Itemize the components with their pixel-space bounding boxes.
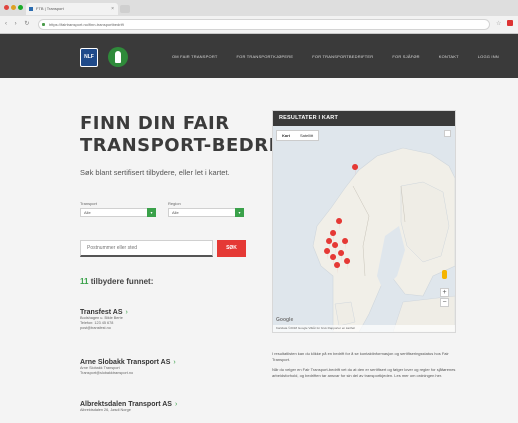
map-caption: I resultatlisten kan du klikke på en bed… xyxy=(272,351,456,383)
tab-bar: FTB | Transport × xyxy=(0,0,518,15)
new-tab-button[interactable] xyxy=(120,5,130,13)
tab-map[interactable]: Kart xyxy=(277,131,295,140)
company-detail: Transport@slobakktransport.no xyxy=(80,371,134,375)
transport-type-value: Alle xyxy=(84,210,91,215)
fair-transport-logo[interactable] xyxy=(108,47,128,67)
company-detail: Albrektsdalen 26, Jøsdi Norge xyxy=(80,408,131,412)
address-bar[interactable]: https://fairtransport.no/finn-transportb… xyxy=(38,19,490,30)
page-title: FINN DIN FAIR TRANSPORT-BEDRIFT xyxy=(80,113,302,157)
extension-icon[interactable] xyxy=(507,20,513,26)
page-title-line-1: FINN DIN FAIR xyxy=(80,113,230,134)
results-count-number: 11 xyxy=(80,277,89,286)
close-window-icon[interactable] xyxy=(4,5,9,10)
results-count-label: tilbydere funnet: xyxy=(90,277,154,286)
map-land xyxy=(312,147,455,332)
transport-type-select[interactable]: Alle ▾ xyxy=(80,208,156,217)
results-count: 11 tilbydere funnet: xyxy=(80,277,153,286)
site-header: NLF OM FAIR TRANSPORT FOR TRANSPORTKJØPE… xyxy=(0,34,518,78)
map-attribution: Kartdata ©2018 Google Vilkår for bruk Ra… xyxy=(273,325,455,332)
maximize-window-icon[interactable] xyxy=(18,5,23,10)
map-header: RESULTATER I KART xyxy=(273,111,455,126)
transport-type-label: Transport xyxy=(80,201,97,206)
map-caption-paragraph: I resultatlisten kan du klikke på en bed… xyxy=(272,351,449,362)
region-label: Region xyxy=(168,201,181,206)
google-logo: Google xyxy=(276,317,294,323)
region-select[interactable]: Alle ▾ xyxy=(168,208,244,217)
pegman-icon[interactable] xyxy=(442,270,447,279)
company-name-text[interactable]: Albrektsdalen Transport AS xyxy=(80,401,172,408)
page-title-line-2: TRANSPORT-BEDRIFT xyxy=(80,135,302,156)
main-content: FINN DIN FAIR TRANSPORT-BEDRIFT Søk blan… xyxy=(0,78,518,423)
map-caption-paragraph: Når du velger en Fair Transport-bedrift … xyxy=(272,367,456,378)
map-type-tabs: Kart Satellitt xyxy=(276,130,320,141)
nav-item-contact[interactable]: KONTAKT xyxy=(439,54,459,59)
lock-icon xyxy=(42,23,45,26)
zoom-out-button[interactable]: − xyxy=(440,298,449,307)
toolbar: ‹ › ↻ https://fairtransport.no/finn-tran… xyxy=(0,16,518,33)
fullscreen-icon[interactable] xyxy=(444,130,451,137)
chevron-right-icon: › xyxy=(125,309,128,316)
nav-item-login[interactable]: LOGG INN xyxy=(478,54,499,59)
tab-title: FTB | Transport xyxy=(36,6,64,11)
browser-chrome: FTB | Transport × ‹ › ↻ https://fairtran… xyxy=(0,0,518,34)
company-name-text[interactable]: Transfest AS xyxy=(80,309,123,316)
company-name[interactable]: Albrektsdalen Transport AS › xyxy=(80,401,255,408)
favicon-icon xyxy=(29,7,33,11)
bookmark-star-icon[interactable]: ☆ xyxy=(496,20,501,27)
chevron-right-icon: › xyxy=(174,401,178,408)
nav-item-companies[interactable]: FOR TRANSPORTBEDRIFTER xyxy=(312,54,373,59)
tab-close-icon[interactable]: × xyxy=(111,3,114,15)
nav-item-buyers[interactable]: FOR TRANSPORTKJØPERE xyxy=(236,54,293,59)
chevron-down-icon: ▾ xyxy=(235,208,244,217)
browser-tab[interactable]: FTB | Transport × xyxy=(26,3,118,15)
nav-item-drivers[interactable]: FOR SJÅFØR xyxy=(392,54,419,59)
main-nav: OM FAIR TRANSPORT FOR TRANSPORTKJØPERE F… xyxy=(172,54,499,59)
chevron-down-icon: ▾ xyxy=(147,208,156,217)
window-controls[interactable] xyxy=(4,5,23,10)
company-name[interactable]: Arne Slobakk Transport AS › xyxy=(80,359,255,366)
nav-item-about[interactable]: OM FAIR TRANSPORT xyxy=(172,54,217,59)
zoom-in-button[interactable]: + xyxy=(440,288,449,297)
list-item[interactable]: Arne Slobakk Transport AS › Arne Slobakk … xyxy=(80,359,255,376)
map-panel: RESULTATER I KART Kart Satellitt + − Goo… xyxy=(272,110,456,333)
map-canvas[interactable]: Kart Satellitt + − Google Kartdata ©2018… xyxy=(273,126,455,332)
list-item[interactable]: Transfest AS › Bodshagen u. Bikle Berte T… xyxy=(80,309,255,331)
url-text: https://fairtransport.no/finn-transportb… xyxy=(49,22,124,27)
company-name[interactable]: Transfest AS › xyxy=(80,309,255,316)
region-value: Alle xyxy=(172,210,179,215)
list-item[interactable]: Albrektsdalen Transport AS › Albrektsdale… xyxy=(80,401,255,413)
company-name-text[interactable]: Arne Slobakk Transport AS xyxy=(80,359,170,366)
nlf-logo[interactable]: NLF xyxy=(80,48,98,67)
tab-satellite[interactable]: Satellitt xyxy=(295,131,318,140)
page-subtitle: Søk blant sertifisert tilbydere, eller l… xyxy=(80,168,230,177)
company-detail: post@transfest.no xyxy=(80,326,111,330)
chevron-right-icon: › xyxy=(173,359,176,366)
search-input[interactable] xyxy=(80,240,213,257)
minimize-window-icon[interactable] xyxy=(11,5,16,10)
search-button[interactable]: SØK xyxy=(217,240,246,257)
nav-buttons[interactable]: ‹ › ↻ xyxy=(5,20,32,27)
